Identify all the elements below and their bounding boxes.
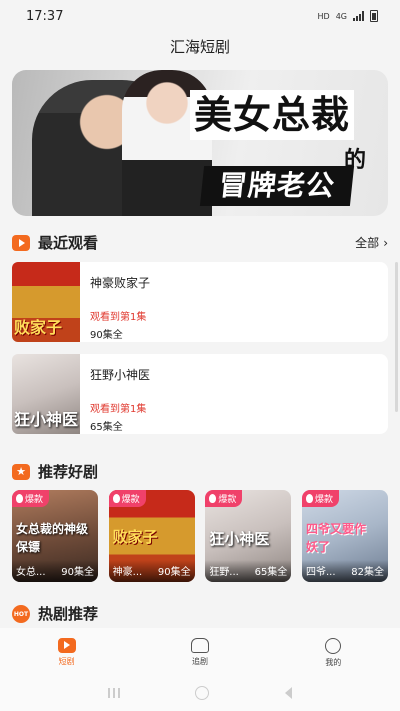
banner-title-line2: 冒牌老公 [199, 166, 355, 206]
banner-title-line1: 美女总裁 [189, 90, 354, 140]
recent-apps-icon[interactable] [107, 687, 120, 698]
play-icon [12, 234, 30, 251]
tv-icon [190, 638, 209, 653]
poster-title-art: 败家子 [14, 318, 63, 337]
status-bar: 17:37 HD 4G [0, 0, 400, 32]
hot-title-text: 热剧推荐 [38, 605, 99, 623]
hot-badge-label: 爆款 [314, 495, 333, 505]
recommend-caption: 四爷... 82集全 [301, 560, 388, 582]
poster-title-art: 败家子 [112, 528, 158, 546]
flame-icon [209, 494, 217, 503]
flame-icon [112, 494, 120, 503]
scrollbar[interactable] [395, 262, 398, 412]
recommend-item[interactable]: 爆款 女总裁的神级保镖 女总... 90集全 [12, 490, 98, 582]
chevron-right-icon: › [383, 235, 388, 250]
recommend-caption: 女总... 90集全 [12, 560, 98, 582]
hot-section-header: HOT 热剧推荐 [12, 603, 388, 624]
recommend-caption: 狂野... 65集全 [205, 560, 292, 582]
recent-section-header: 最近观看 全部 › [12, 232, 388, 253]
back-icon[interactable] [285, 686, 293, 699]
recent-info: 神豪败家子 观看到第1集 90集全 [80, 262, 388, 342]
recommend-item[interactable]: 爆款 四爷又要作妖了 四爷... 82集全 [301, 490, 388, 582]
tab-label: 我的 [325, 658, 342, 667]
recent-title-text: 最近观看 [38, 234, 99, 252]
tab-mine[interactable]: 我的 [293, 638, 373, 668]
recommend-title-text: 推荐好剧 [38, 463, 99, 481]
poster-title-art: 女总裁的神级保镖 [16, 522, 89, 554]
hot-badge: 爆款 [108, 490, 146, 507]
network-indicator: 4G [335, 11, 347, 21]
recommend-list: 爆款 女总裁的神级保镖 女总... 90集全 爆款 败家子 神豪... 90集全 爆… [12, 490, 388, 582]
hot-icon: HOT [12, 604, 30, 623]
tab-label: 短剧 [58, 657, 75, 666]
hot-badge-label: 爆款 [218, 495, 237, 505]
recent-progress: 观看到第1集 [90, 404, 147, 415]
recent-episodes: 90集全 [90, 330, 123, 341]
battery-icon [370, 10, 378, 22]
bottom-tab-bar: 短剧 追剧 我的 [0, 628, 400, 674]
tab-follow[interactable]: 追剧 [160, 638, 240, 667]
recommend-name: 神豪... [112, 567, 143, 578]
recommend-name: 女总... [16, 567, 46, 578]
recent-name: 神豪败家子 [90, 276, 151, 290]
hd-indicator: HD [317, 11, 330, 21]
recent-name: 狂野小神医 [90, 368, 151, 382]
recent-progress: 观看到第1集 [90, 312, 147, 323]
poster-title-art: 四爷又要作妖了 [305, 522, 366, 554]
recommend-name: 四爷... [305, 567, 336, 578]
banner-carousel[interactable]: 美女总裁 的 冒牌老公 [12, 70, 388, 216]
tab-label: 追剧 [191, 657, 208, 666]
play-icon [57, 638, 76, 653]
recommend-section-title: ★ 推荐好剧 [12, 461, 98, 482]
recommend-section-header: ★ 推荐好剧 [12, 461, 388, 482]
recent-poster: 狂小神医 [12, 354, 80, 434]
recommend-item[interactable]: 爆款 狂小神医 狂野... 65集全 [205, 490, 292, 582]
star-icon: ★ [12, 463, 30, 480]
hot-badge-label: 爆款 [121, 495, 140, 505]
status-time: 17:37 [26, 8, 64, 24]
recommend-episodes: 90集全 [157, 567, 191, 578]
hot-badge-label: 爆款 [25, 495, 44, 505]
recent-item[interactable]: 败家子 神豪败家子 观看到第1集 90集全 [12, 262, 388, 342]
recommend-item[interactable]: 爆款 败家子 神豪... 90集全 [108, 490, 195, 582]
hot-section-title: HOT 热剧推荐 [12, 603, 98, 624]
view-all-label: 全部 [355, 236, 380, 250]
system-nav-bar [0, 674, 400, 711]
recent-info: 狂野小神医 观看到第1集 65集全 [80, 354, 388, 434]
recent-section-title: 最近观看 [12, 232, 98, 253]
view-all-link[interactable]: 全部 › [355, 234, 388, 251]
flame-icon [305, 494, 313, 503]
recent-poster: 败家子 [12, 262, 80, 342]
flame-icon [16, 494, 23, 503]
hot-badge: 爆款 [301, 490, 339, 507]
recommend-name: 狂野... [209, 567, 239, 578]
recommend-episodes: 90集全 [61, 567, 94, 578]
recommend-episodes: 82集全 [351, 567, 384, 578]
poster-title-art: 狂小神医 [14, 410, 79, 429]
app-title: 汇海短剧 [169, 38, 230, 56]
recommend-episodes: 65集全 [254, 567, 288, 578]
recent-item[interactable]: 狂小神医 狂野小神医 观看到第1集 65集全 [12, 354, 388, 434]
recommend-caption: 神豪... 90集全 [108, 560, 195, 582]
recent-episodes: 65集全 [90, 422, 123, 433]
hot-badge: 爆款 [12, 490, 50, 507]
hot-badge: 爆款 [205, 490, 243, 507]
poster-title-art: 狂小神医 [209, 530, 270, 548]
tab-short-drama[interactable]: 短剧 [27, 638, 107, 667]
home-icon[interactable] [195, 685, 210, 700]
signal-icon [353, 11, 364, 21]
profile-icon [325, 638, 342, 654]
status-icons: HD 4G [318, 10, 378, 22]
